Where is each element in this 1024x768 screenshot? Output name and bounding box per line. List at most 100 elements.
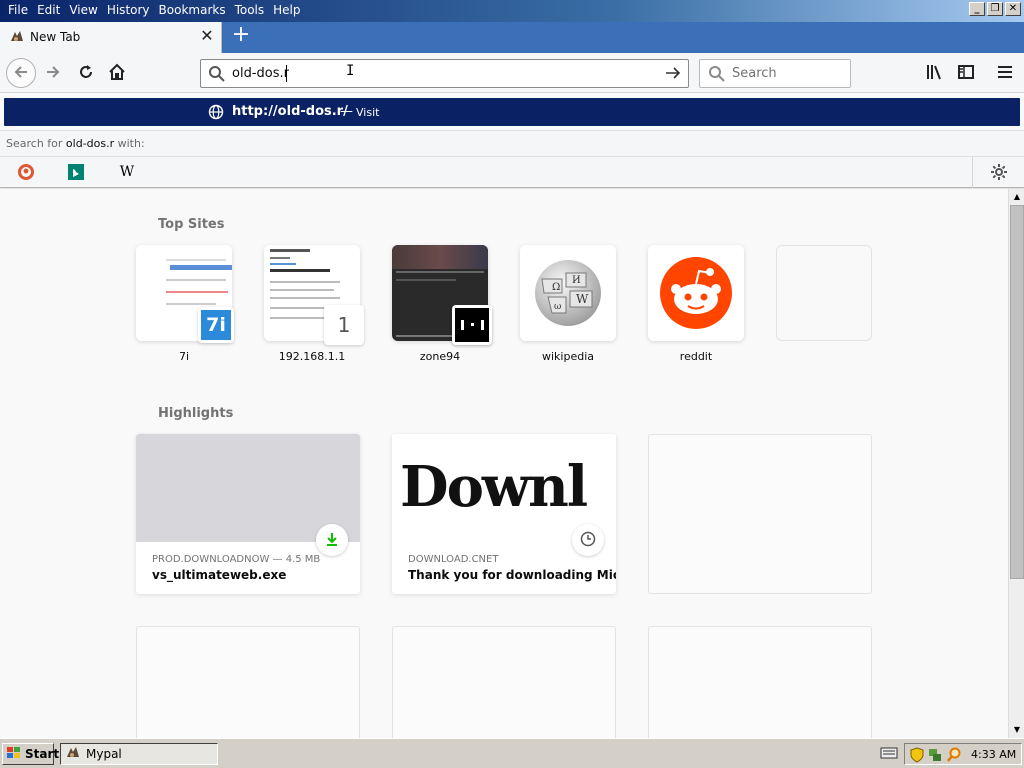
- start-button[interactable]: Start: [2, 743, 59, 765]
- clock: 4:33 AM: [971, 748, 1017, 761]
- reddit-logo-icon: [660, 257, 732, 332]
- tab-new-tab[interactable]: New Tab ✕: [0, 22, 222, 53]
- top-site-label: 192.168.1.1: [278, 350, 346, 363]
- gear-icon: [990, 163, 1008, 184]
- menu-tools[interactable]: Tools: [233, 3, 271, 17]
- taskbar: Start Mypal 4:33 AM: [0, 738, 1024, 768]
- clock-icon: [580, 531, 596, 550]
- home-button[interactable]: [103, 59, 131, 87]
- network-icon[interactable]: [927, 747, 943, 766]
- download-badge: [316, 524, 348, 556]
- highlight-placeholder: [648, 434, 872, 594]
- highlight-card[interactable]: Downl DOWNLOAD.CNET Thank you for downlo…: [392, 434, 616, 594]
- taskbar-window-mypal[interactable]: Mypal: [60, 743, 218, 765]
- top-site-label: wikipedia: [541, 350, 594, 363]
- top-site-label: zone94: [419, 350, 461, 363]
- back-button[interactable]: [6, 58, 36, 88]
- scroll-down-arrow-icon[interactable]: ▼: [1009, 722, 1024, 738]
- highlight-placeholder: [392, 626, 616, 738]
- top-site-thumbnail: [648, 245, 744, 341]
- hint-suffix: with:: [114, 137, 145, 150]
- back-arrow-icon: [12, 63, 30, 84]
- close-window-button[interactable]: ✕: [1005, 2, 1021, 16]
- home-icon: [108, 63, 126, 84]
- top-site-thumbnail: Ω И W ω: [520, 245, 616, 341]
- one-off-search-engines: W: [0, 156, 1024, 188]
- search-settings-button[interactable]: [972, 157, 1024, 188]
- duckduckgo-icon[interactable]: [16, 163, 36, 181]
- site-favicon: 7i: [198, 307, 234, 343]
- url-input[interactable]: old-dos.r: [232, 66, 289, 81]
- svg-text:W: W: [576, 292, 589, 306]
- highlight-card[interactable]: PROD.DOWNLOADNOW — 4.5 MB vs_ultimateweb…: [136, 434, 360, 594]
- favicon-7i: 7i: [201, 310, 231, 340]
- windows-logo-icon: [6, 746, 22, 763]
- menu-items: File Edit View History Bookmarks Tools H…: [6, 3, 308, 17]
- wikipedia-icon[interactable]: W: [117, 163, 137, 181]
- menu-bookmarks[interactable]: Bookmarks: [157, 3, 232, 17]
- menu-view[interactable]: View: [67, 3, 103, 17]
- menu-bar: File Edit View History Bookmarks Tools H…: [0, 0, 1024, 22]
- autocomplete-visit-row[interactable]: http://old-dos.r/ — Visit: [4, 98, 1020, 126]
- svg-text:Ω: Ω: [552, 282, 560, 293]
- hint-term: old-dos.r: [65, 137, 115, 150]
- search-icon: [208, 65, 226, 86]
- menu-edit[interactable]: Edit: [35, 3, 66, 17]
- bing-icon[interactable]: [66, 163, 86, 181]
- highlight-placeholder: [136, 626, 360, 738]
- url-bar[interactable]: old-dos.r: [200, 59, 689, 88]
- hint-prefix: Search for: [6, 137, 66, 150]
- highlight-title: vs_ultimateweb.exe: [152, 568, 287, 582]
- highlights-heading: Highlights: [158, 406, 234, 421]
- search-with-label: Search for old-dos.r with:: [6, 137, 145, 150]
- hamburger-menu-icon[interactable]: [996, 63, 1014, 84]
- search-tray-icon[interactable]: [946, 747, 962, 766]
- start-label: Start: [25, 747, 60, 761]
- mypal-logo-icon: [9, 29, 25, 45]
- svg-text:И: И: [572, 275, 581, 286]
- sidebar-icon[interactable]: [957, 63, 975, 84]
- autocomplete-action: Visit: [356, 106, 380, 119]
- top-sites-heading: Top Sites: [158, 217, 225, 232]
- search-with-hint: Search for old-dos.r with:: [0, 130, 1024, 156]
- menu-file[interactable]: File: [6, 3, 34, 17]
- wikipedia-globe-icon: Ω И W ω: [532, 257, 604, 332]
- forward-button[interactable]: [39, 59, 67, 87]
- menu-help[interactable]: Help: [271, 3, 306, 17]
- highlight-host: DOWNLOAD.CNET: [408, 554, 499, 565]
- navigation-toolbar: old-dos.r Search: [0, 53, 1024, 93]
- reload-button[interactable]: [72, 59, 100, 87]
- scroll-thumb[interactable]: [1010, 205, 1024, 579]
- vertical-scrollbar[interactable]: ▲ ▼: [1008, 189, 1024, 738]
- top-site-label: 7i: [178, 350, 190, 363]
- search-icon: [708, 65, 726, 86]
- text-caret: [286, 65, 287, 82]
- search-bar[interactable]: Search: [699, 59, 851, 88]
- svg-text:ω: ω: [554, 302, 561, 312]
- menu-history[interactable]: History: [105, 3, 156, 17]
- history-badge: [572, 524, 604, 556]
- shield-icon[interactable]: [910, 747, 924, 766]
- search-placeholder: Search: [732, 66, 777, 81]
- minimize-button[interactable]: _: [969, 2, 985, 16]
- scroll-up-arrow-icon[interactable]: ▲: [1009, 189, 1024, 205]
- site-favicon: 1: [324, 305, 364, 345]
- new-tab-page: Top Sites 7i 7i 1 192.168.1.1 zone94 Ω И…: [0, 189, 1008, 738]
- autocomplete-url: http://old-dos.r/: [232, 104, 348, 119]
- highlight-host: PROD.DOWNLOADNOW — 4.5 MB: [152, 554, 321, 565]
- close-tab-icon[interactable]: ✕: [198, 27, 216, 45]
- go-arrow-icon[interactable]: [664, 64, 682, 85]
- system-tray: 4:33 AM: [904, 743, 1022, 765]
- keyboard-icon[interactable]: [880, 747, 898, 762]
- new-tab-button[interactable]: +: [230, 24, 252, 48]
- reload-icon: [77, 63, 95, 84]
- highlight-title: Thank you for downloading Micr...: [408, 568, 616, 582]
- restore-button[interactable]: ❐: [987, 2, 1003, 16]
- empty-tile: [776, 245, 872, 341]
- globe-icon: [208, 104, 224, 123]
- window-controls: _ ❐ ✕: [969, 2, 1021, 16]
- highlight-image-text: Downl: [400, 454, 588, 520]
- library-icon[interactable]: [925, 63, 945, 84]
- tab-title: New Tab: [30, 30, 81, 44]
- forward-arrow-icon: [44, 63, 62, 84]
